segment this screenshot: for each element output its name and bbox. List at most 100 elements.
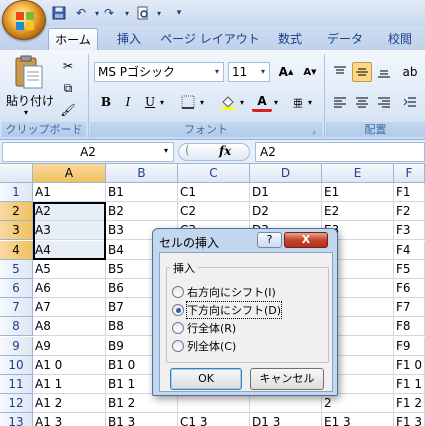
- row-header[interactable]: 10: [0, 355, 33, 375]
- italic-button[interactable]: I: [118, 92, 138, 112]
- cell[interactable]: A4: [33, 240, 106, 260]
- tab-home[interactable]: ホーム: [48, 28, 98, 50]
- row-header[interactable]: 5: [0, 259, 33, 279]
- column-header-a[interactable]: A: [33, 164, 106, 183]
- help-button[interactable]: ?: [257, 232, 282, 248]
- formula-input[interactable]: A2: [255, 142, 425, 162]
- column-header-c[interactable]: C: [178, 164, 250, 183]
- grow-font-icon[interactable]: A ▲: [276, 62, 296, 82]
- cell[interactable]: D1 3: [250, 413, 322, 426]
- font-size-combo[interactable]: 11 ▾: [228, 62, 270, 82]
- row-header[interactable]: 1: [0, 183, 33, 202]
- tab-insert[interactable]: 挿入: [108, 28, 150, 50]
- cell[interactable]: E2: [322, 202, 394, 222]
- row-header[interactable]: 12: [0, 394, 33, 414]
- radio-shift-down[interactable]: 下方向にシフト(D): [172, 300, 283, 319]
- cell[interactable]: C1: [178, 183, 250, 202]
- font-color-icon[interactable]: A: [252, 92, 272, 112]
- borders-icon[interactable]: [178, 92, 198, 112]
- cell[interactable]: F4: [394, 240, 425, 260]
- cell[interactable]: F2: [394, 202, 425, 222]
- radio-button-icon[interactable]: [172, 339, 184, 352]
- tab-data[interactable]: データ: [320, 28, 370, 50]
- align-right-icon[interactable]: [374, 92, 394, 112]
- tab-review[interactable]: 校閲: [378, 28, 422, 50]
- cell[interactable]: D1: [250, 183, 322, 202]
- indent-icon[interactable]: [400, 92, 420, 112]
- bold-button[interactable]: B: [96, 92, 116, 112]
- close-button[interactable]: X: [284, 232, 328, 248]
- cell[interactable]: F9: [394, 336, 425, 356]
- paste-button[interactable]: 貼り付け: [6, 92, 54, 109]
- row-header[interactable]: 9: [0, 336, 33, 356]
- row-header[interactable]: 6: [0, 279, 33, 298]
- row-header[interactable]: 2: [0, 202, 33, 222]
- fill-color-dropdown-icon[interactable]: ▾: [240, 98, 244, 107]
- cell[interactable]: E1 3: [322, 413, 394, 426]
- cell[interactable]: B2: [106, 202, 178, 222]
- radio-entire-row[interactable]: 行全体(R): [172, 319, 236, 336]
- paste-icon[interactable]: [10, 54, 46, 90]
- cell[interactable]: A3: [33, 221, 106, 241]
- cell[interactable]: F1 1: [394, 375, 425, 394]
- orientation-icon[interactable]: ab: [400, 62, 420, 82]
- cut-icon[interactable]: ✂: [58, 56, 78, 76]
- fill-color-icon[interactable]: [218, 92, 238, 112]
- ok-button[interactable]: OK: [170, 368, 242, 390]
- phonetic-dropdown-icon[interactable]: ▾: [308, 98, 312, 107]
- radio-button-icon[interactable]: [172, 285, 184, 298]
- name-box[interactable]: A2: [2, 142, 174, 162]
- tab-formulas[interactable]: 数式: [268, 28, 312, 50]
- cell[interactable]: D2: [250, 202, 322, 222]
- font-color-dropdown-icon[interactable]: ▾: [274, 98, 278, 107]
- cell[interactable]: F1 2: [394, 394, 425, 414]
- insert-function-icon[interactable]: fx: [219, 144, 231, 158]
- cell[interactable]: A1 2: [33, 394, 106, 414]
- customize-icon[interactable]: ▾: [170, 4, 188, 22]
- cell[interactable]: F7: [394, 298, 425, 318]
- cell[interactable]: [178, 394, 250, 414]
- cell[interactable]: [250, 394, 322, 414]
- format-painter-icon[interactable]: 🖌: [58, 100, 78, 120]
- cell[interactable]: F1 3: [394, 413, 425, 426]
- align-left-icon[interactable]: [330, 92, 350, 112]
- redo-icon[interactable]: ↷: [100, 4, 118, 22]
- cell[interactable]: A2: [33, 202, 106, 222]
- font-name-dropdown-icon[interactable]: ▾: [211, 63, 223, 81]
- cell[interactable]: C2: [178, 202, 250, 222]
- cell[interactable]: F1 0: [394, 355, 425, 375]
- column-header-d[interactable]: D: [250, 164, 322, 183]
- name-box-dropdown-icon[interactable]: ▾: [164, 146, 168, 155]
- office-button[interactable]: [2, 0, 46, 40]
- cell[interactable]: A1 3: [33, 413, 106, 426]
- function-splitter-icon[interactable]: (: [185, 143, 190, 157]
- cell[interactable]: A6: [33, 279, 106, 298]
- tab-page-layout[interactable]: ページ レイアウト: [160, 28, 260, 50]
- print-dropdown-icon[interactable]: ▾: [150, 4, 168, 22]
- cancel-button[interactable]: キャンセル: [250, 368, 324, 390]
- row-header[interactable]: 11: [0, 375, 33, 394]
- cell[interactable]: F3: [394, 221, 425, 241]
- font-name-combo[interactable]: MS Pゴシック ▾: [94, 62, 224, 82]
- row-header[interactable]: 13: [0, 413, 33, 426]
- align-top-icon[interactable]: [330, 62, 350, 82]
- cell[interactable]: C1 3: [178, 413, 250, 426]
- row-header[interactable]: 3: [0, 221, 33, 241]
- cell[interactable]: F1: [394, 183, 425, 202]
- cell[interactable]: A5: [33, 259, 106, 279]
- cell[interactable]: B1 3: [106, 413, 178, 426]
- radio-entire-column[interactable]: 列全体(C): [172, 337, 236, 354]
- row-header[interactable]: 8: [0, 317, 33, 337]
- font-launcher-icon[interactable]: ⌟: [312, 126, 316, 135]
- cell[interactable]: B1 2: [106, 394, 178, 414]
- radio-label[interactable]: 下方向にシフト(D): [185, 300, 283, 319]
- cell[interactable]: A1 1: [33, 375, 106, 394]
- radio-label[interactable]: 行全体(R): [187, 320, 236, 336]
- align-middle-icon[interactable]: [352, 62, 372, 82]
- row-header[interactable]: 4: [0, 240, 33, 260]
- radio-button-checked-icon[interactable]: [172, 303, 184, 316]
- shrink-font-icon[interactable]: A ▼: [300, 62, 320, 82]
- underline-dropdown-icon[interactable]: ▾: [160, 98, 164, 107]
- align-center-icon[interactable]: [352, 92, 372, 112]
- cell[interactable]: 2: [322, 394, 394, 414]
